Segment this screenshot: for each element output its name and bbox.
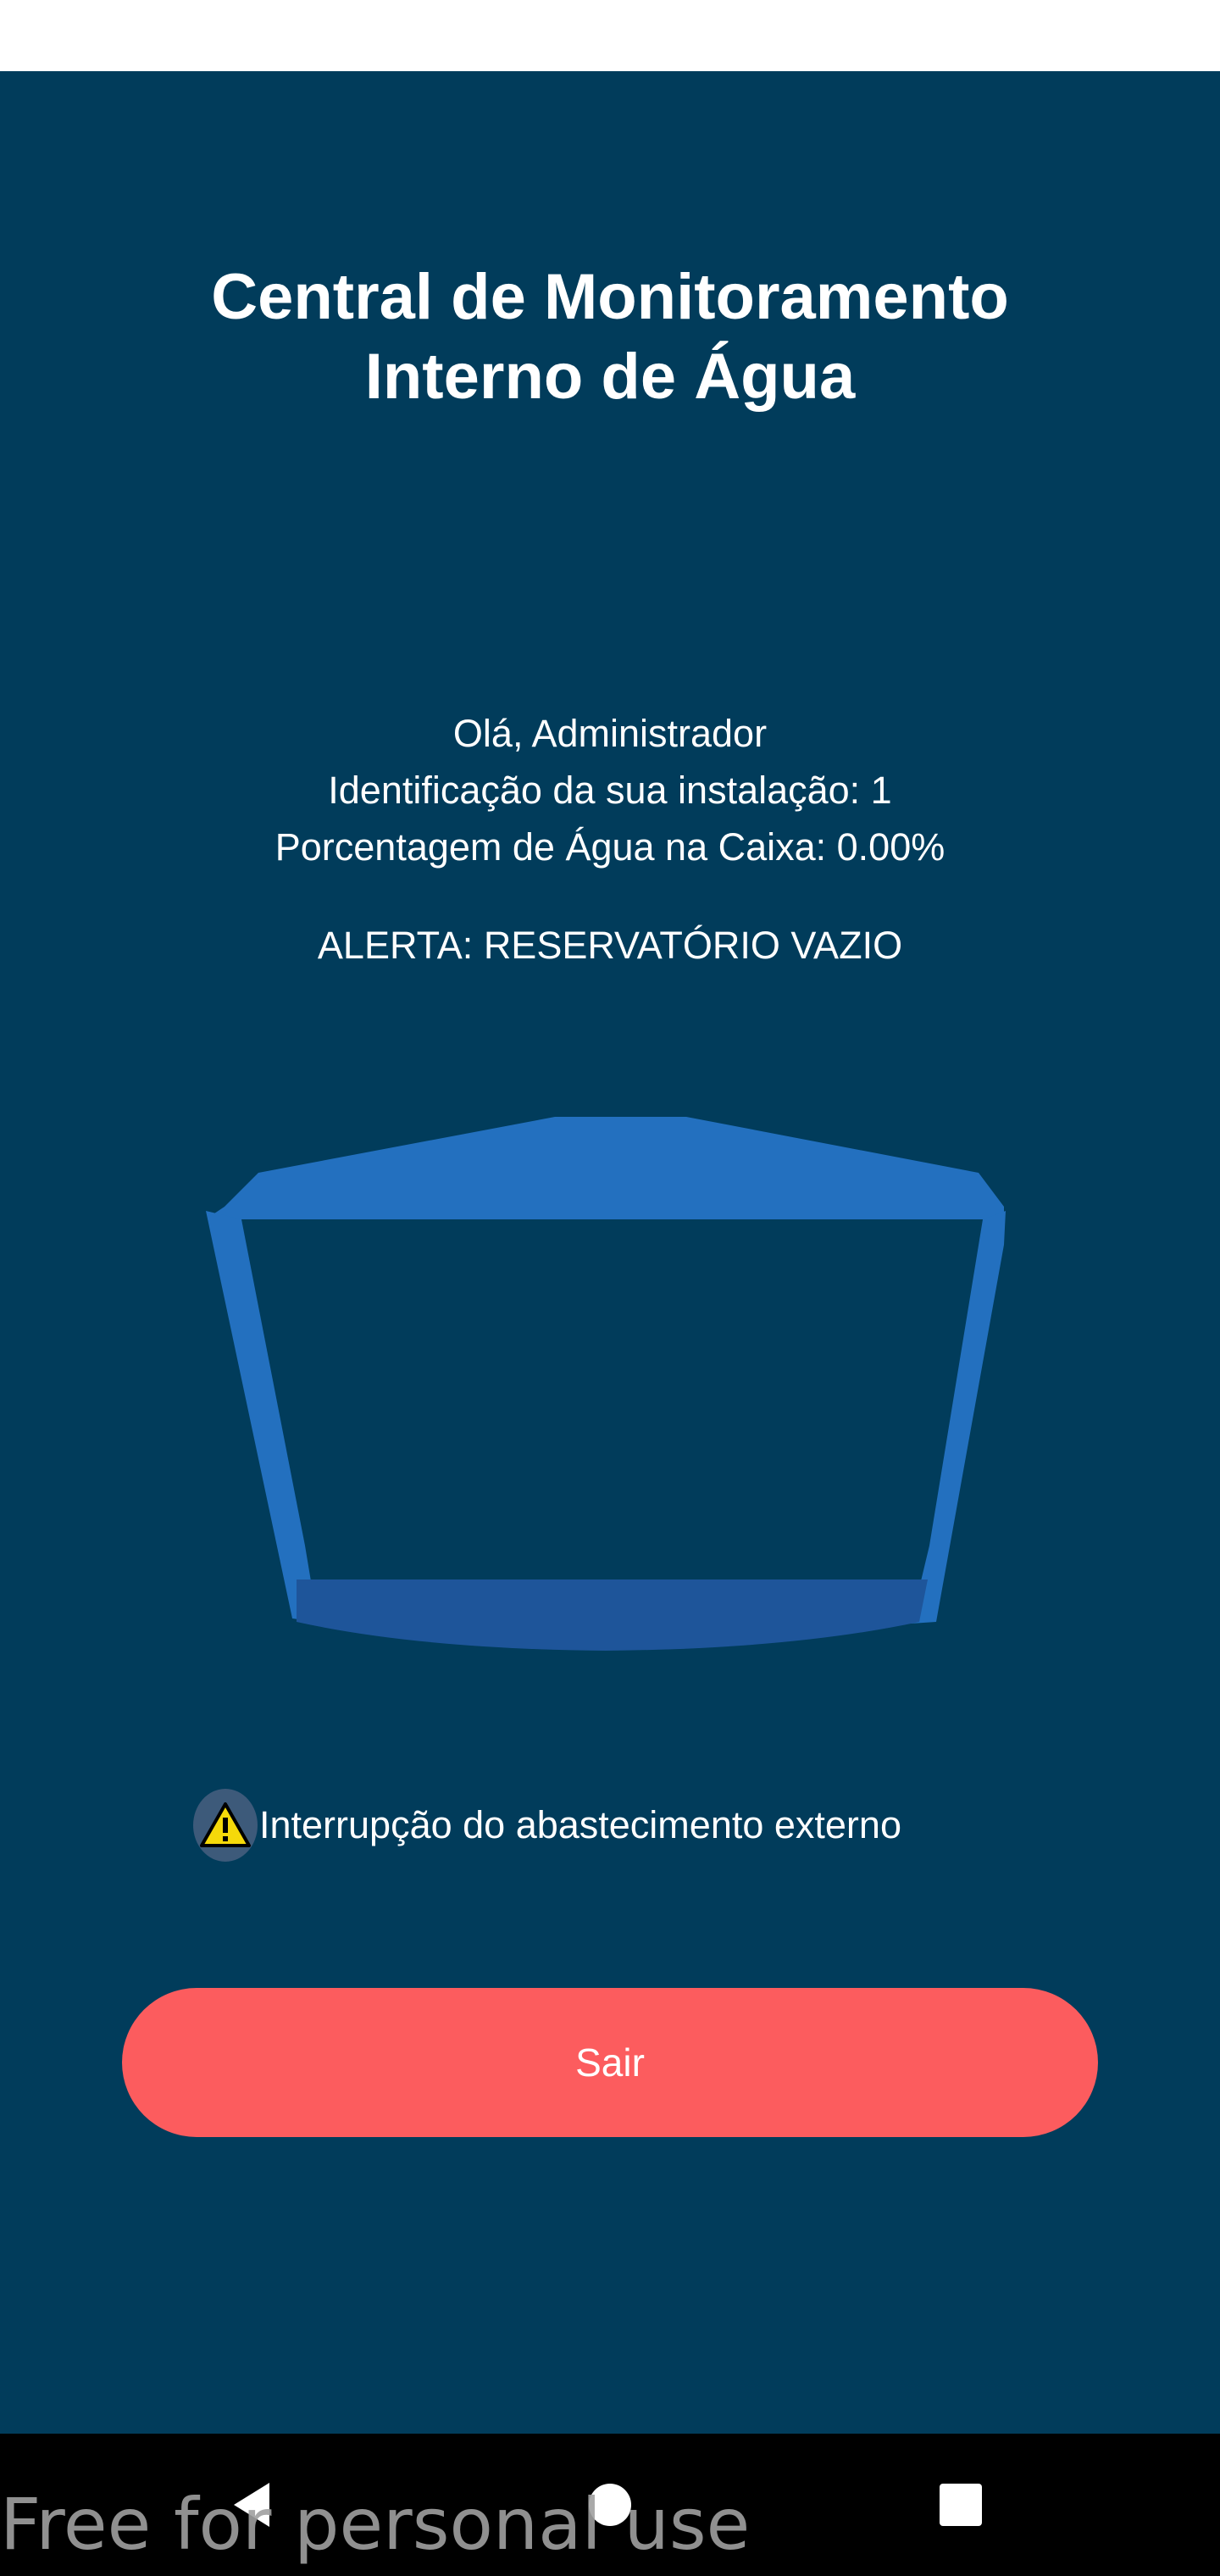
installation-id-text: Identificação da sua instalação: 1 — [328, 769, 892, 812]
tank-right-wall — [911, 1211, 1006, 1624]
tank-bottom — [297, 1579, 928, 1651]
greeting-text: Olá, Administrador — [452, 712, 768, 755]
status-bar — [0, 0, 1220, 71]
tank-lid — [212, 1117, 1004, 1219]
supply-notice: Interrupção do abastecimento externo — [193, 1783, 901, 1868]
recents-square-icon — [940, 2484, 982, 2526]
warning-icon — [193, 1789, 258, 1862]
installation-info: Olá, Administrador Identificação da sua … — [0, 705, 1220, 875]
title-line-2: Interno de Água — [364, 341, 856, 413]
alert-message: ALERTA: RESERVATÓRIO VAZIO — [317, 924, 903, 967]
home-button[interactable] — [542, 2434, 678, 2576]
logout-button[interactable]: Sair — [122, 1988, 1098, 2137]
back-triangle-icon — [234, 2483, 269, 2527]
water-percentage-text: Porcentagem de Água na Caixa: 0.00% — [274, 825, 946, 869]
page-title: Central de Monitoramento Interno de Água — [0, 258, 1220, 417]
back-button[interactable] — [186, 2434, 322, 2576]
water-tank-graphic — [206, 1117, 1006, 1651]
app-screen: Central de Monitoramento Interno de Água… — [0, 71, 1220, 2434]
tank-left-wall — [206, 1211, 318, 1622]
supply-notice-text: Interrupção do abastecimento externo — [259, 1803, 901, 1846]
title-line-1: Central de Monitoramento — [211, 261, 1009, 333]
home-circle-icon — [589, 2484, 631, 2526]
recents-button[interactable] — [893, 2434, 1029, 2576]
system-nav-bar — [0, 2434, 1220, 2576]
